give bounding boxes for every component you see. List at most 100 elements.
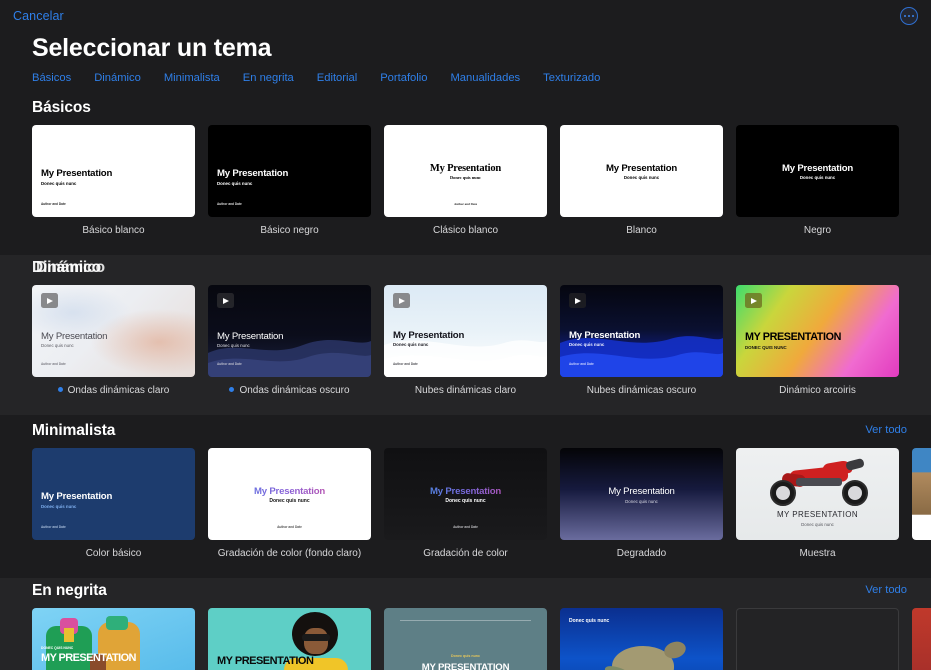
see-all-button-minimalista[interactable]: Ver todo xyxy=(865,424,907,436)
theme-thumbnail: DONEC QUIS NUNC MY PRESENTATION xyxy=(32,608,195,670)
theme-thumbnail: My Presentation Donec quis nunc xyxy=(560,125,723,217)
section-header-dinamico: Dinámico Dinámico xyxy=(0,255,931,285)
slide-title: MY PRESENTATION xyxy=(41,652,136,664)
theme-thumbnail: My Presentation Donec quis nunc Author a… xyxy=(384,285,547,377)
theme-row-minimalista[interactable]: My Presentation Donec quis nunc Author a… xyxy=(0,448,931,559)
theme-card[interactable]: My Presentation Donec quis nunc Negro xyxy=(736,125,899,236)
slide-subtitle: DONEC QUIS NUNC xyxy=(41,646,73,650)
slide-subtitle: Donec quis nunc xyxy=(393,498,538,504)
theme-thumbnail: MY PRESENTATION xyxy=(208,608,371,670)
theme-label: Nubes dinámicas claro xyxy=(384,385,547,396)
category-link-en-negrita[interactable]: En negrita xyxy=(243,72,294,84)
theme-card[interactable]: My Presentation Donec quis nunc Author a… xyxy=(208,285,371,396)
theme-card-partial[interactable] xyxy=(912,448,931,559)
theme-thumbnail: My Presentation Donec quis nunc xyxy=(560,448,723,540)
theme-label: Básico blanco xyxy=(32,225,195,236)
section-minimalista: Minimalista Ver todo My Presentation Don… xyxy=(0,418,931,575)
theme-row-en-negrita[interactable]: DONEC QUIS NUNC MY PRESENTATION MY PRESE… xyxy=(0,608,931,670)
slide-footer: Author and Date xyxy=(41,362,66,366)
section-title: Básicos xyxy=(32,99,91,117)
theme-card[interactable]: My Presentation Donec quis nunc Degradad… xyxy=(560,448,723,559)
section-header-en-negrita: En negrita Ver todo xyxy=(0,578,931,608)
animated-dot-icon xyxy=(229,387,234,392)
theme-card[interactable]: My Presentation Donec quis nunc Author a… xyxy=(560,285,723,396)
theme-card[interactable]: My Presentation Donec quis nunc Author a… xyxy=(208,125,371,236)
theme-card[interactable]: MY PRESENTATION xyxy=(208,608,371,670)
theme-thumbnail: DONEC QUIS NUNC xyxy=(736,608,899,670)
slide-subtitle: Donec quis nunc xyxy=(745,175,890,180)
cancel-button[interactable]: Cancelar xyxy=(13,9,64,23)
ellipsis-dots xyxy=(904,15,914,17)
slide-title: My Presentation xyxy=(217,486,362,497)
slide-title: My Presentation xyxy=(393,163,538,174)
theme-card[interactable]: My Presentation Donec quis nunc Author a… xyxy=(208,448,371,559)
slide-title: My Presentation xyxy=(745,163,890,174)
category-link-manualidades[interactable]: Manualidades xyxy=(450,72,520,84)
theme-card[interactable]: My Presentation Donec quis nunc Author a… xyxy=(32,125,195,236)
slide-subtitle: Donec quis nunc xyxy=(217,181,252,186)
theme-row-basicos[interactable]: My Presentation Donec quis nunc Author a… xyxy=(0,125,931,236)
theme-card[interactable]: Donec quis nunc MY PRESENTATION xyxy=(384,608,547,670)
category-link-editorial[interactable]: Editorial xyxy=(317,72,357,84)
category-link-minimalista[interactable]: Minimalista xyxy=(164,72,220,84)
theme-label: Degradado xyxy=(560,548,723,559)
theme-label: Nubes dinámicas oscuro xyxy=(560,385,723,396)
theme-label: Ondas dinámicas claro xyxy=(32,385,195,396)
category-link-dinamico[interactable]: Dinámico xyxy=(94,72,141,84)
theme-card[interactable]: My Presentation Donec quis nunc Author a… xyxy=(384,285,547,396)
theme-thumbnail: My Presentation Donec quis nunc Author a… xyxy=(384,125,547,217)
theme-card[interactable]: My Presentation Donec quis nunc Author a… xyxy=(384,448,547,559)
theme-card[interactable]: My Presentation Donec quis nunc Author a… xyxy=(32,285,195,396)
theme-label: Gradación de color (fondo claro) xyxy=(208,548,371,559)
theme-label: Básico negro xyxy=(208,225,371,236)
slide-subtitle: DONEC QUIS NUNC xyxy=(745,345,787,350)
theme-card[interactable]: MY PRESENTATION DONEC QUIS NUNC Dinámico… xyxy=(736,285,899,396)
slide-title: MY PRESENTATION xyxy=(217,656,313,667)
theme-card[interactable]: MY PRESENTATION Donec quis nunc Muestra xyxy=(736,448,899,559)
section-dinamico: Dinámico Dinámico My Presentation Donec … xyxy=(0,255,931,415)
slide-footer: Author and Date xyxy=(41,202,66,206)
category-link-basicos[interactable]: Básicos xyxy=(32,72,71,84)
theme-thumbnail: My Presentation Donec quis nunc Author a… xyxy=(32,125,195,217)
category-link-portafolio[interactable]: Portafolio xyxy=(380,72,427,84)
section-title-ghost: Dinámico xyxy=(36,259,105,277)
slide-subtitle: Donec quis nunc xyxy=(217,343,250,348)
theme-card[interactable]: DONEC QUIS NUNC MY PRESENTATION xyxy=(32,608,195,670)
theme-card[interactable]: My Presentation Donec quis nunc Blanco xyxy=(560,125,723,236)
animated-dot-icon xyxy=(58,387,63,392)
theme-thumbnail: My Presentation Donec quis nunc Author a… xyxy=(560,285,723,377)
slide-title: My Presentation xyxy=(569,330,640,341)
slide-subtitle: Donec quis nunc xyxy=(393,654,538,658)
theme-thumbnail: My Presentation Donec quis nunc Author a… xyxy=(208,448,371,540)
theme-card[interactable]: My Presentation Donec quis nunc Author a… xyxy=(384,125,547,236)
section-title: Minimalista xyxy=(32,422,115,440)
slide-title: MY PRESENTATION xyxy=(745,331,841,343)
slide-subtitle: Donec quis nunc xyxy=(569,175,714,180)
slide-title: My Presentation xyxy=(217,168,288,179)
category-link-texturizado[interactable]: Texturizado xyxy=(543,72,600,84)
theme-card[interactable]: My Presentation Donec quis nunc Author a… xyxy=(32,448,195,559)
see-all-button-en-negrita[interactable]: Ver todo xyxy=(865,584,907,596)
category-nav: Básicos Dinámico Minimalista En negrita … xyxy=(32,72,600,84)
section-title: En negrita xyxy=(32,582,107,600)
slide-subtitle: Donec quis nunc xyxy=(569,499,714,504)
theme-thumbnail: Donec quis nunc xyxy=(560,608,723,670)
ellipsis-circle-icon[interactable] xyxy=(900,7,918,25)
theme-card-partial[interactable] xyxy=(912,608,931,670)
theme-card[interactable]: Donec quis nunc xyxy=(560,608,723,670)
theme-label: Negro xyxy=(736,225,899,236)
page-title: Seleccionar un tema xyxy=(32,34,271,63)
theme-card[interactable]: DONEC QUIS NUNC xyxy=(736,608,899,670)
slide-subtitle: Donec quis nunc xyxy=(569,618,609,624)
slide-footer: Author and Date xyxy=(569,362,594,366)
slide-footer: Author and Date xyxy=(217,362,242,366)
theme-thumbnail: My Presentation Donec quis nunc Author a… xyxy=(208,285,371,377)
theme-thumbnail: My Presentation Donec quis nunc Author a… xyxy=(32,285,195,377)
theme-row-dinamico[interactable]: My Presentation Donec quis nunc Author a… xyxy=(0,285,931,396)
slide-subtitle: Donec quis nunc xyxy=(41,181,76,186)
theme-label: Dinámico arcoiris xyxy=(736,385,899,396)
theme-label: Muestra xyxy=(736,548,899,559)
slide-subtitle: Donec quis nunc xyxy=(569,342,604,347)
theme-thumbnail: My Presentation Donec quis nunc Author a… xyxy=(208,125,371,217)
slide-footer: Author and Date xyxy=(217,202,242,206)
